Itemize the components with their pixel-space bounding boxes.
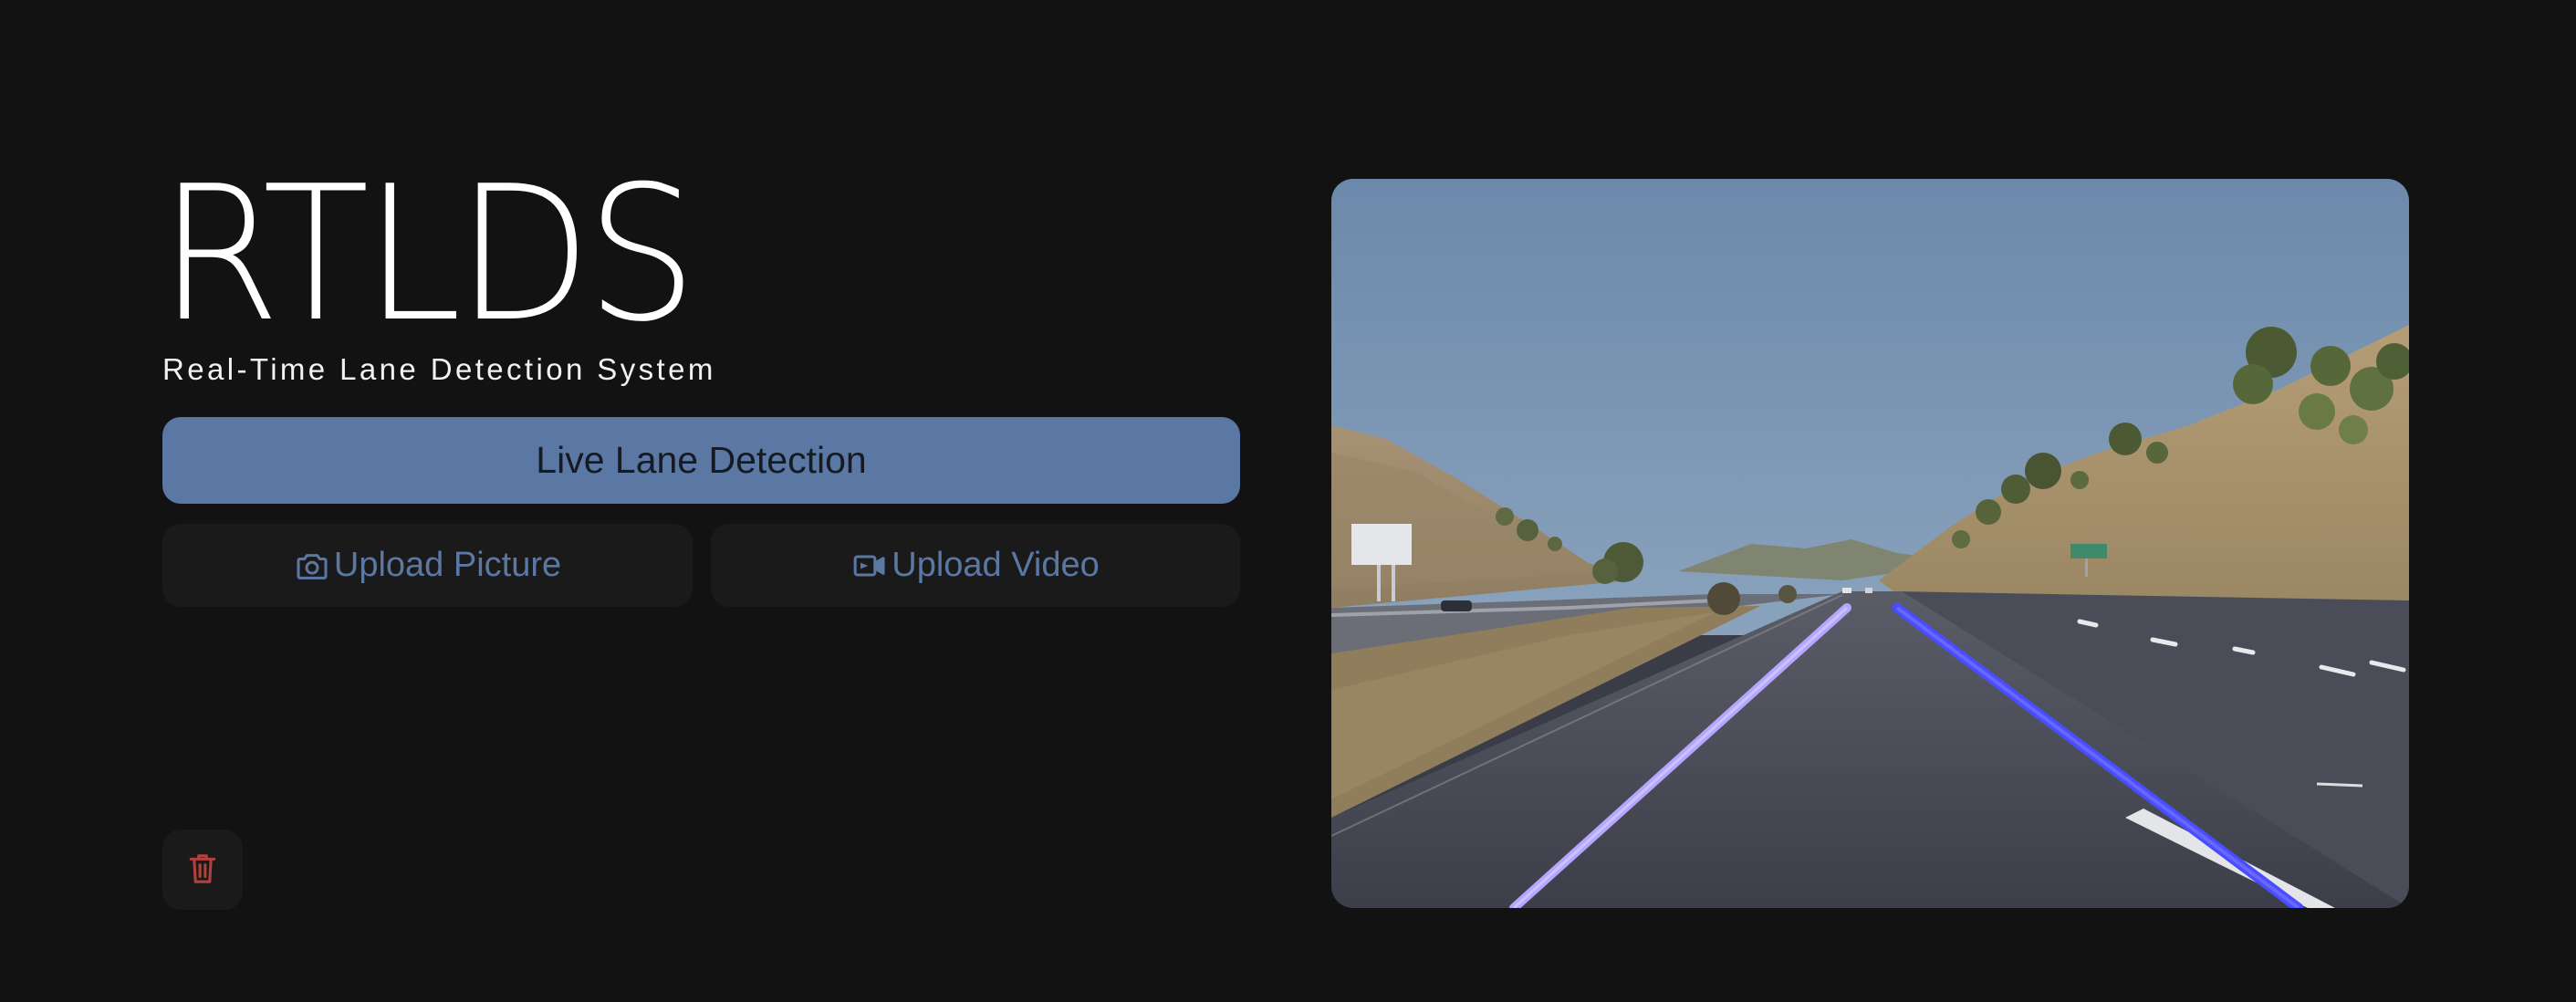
app-page: RTLDS Real-Time Lane Detection System Li… (0, 0, 2576, 1002)
video-camera-icon (851, 548, 888, 584)
upload-video-button[interactable]: Upload Video (711, 524, 1240, 607)
live-lane-detection-button[interactable]: Live Lane Detection (162, 417, 1240, 504)
upload-picture-button[interactable]: Upload Picture (162, 524, 693, 607)
camera-icon (294, 548, 330, 584)
app-subtitle: Real-Time Lane Detection System (162, 352, 716, 386)
trash-icon (187, 851, 218, 889)
app-title: RTLDS (159, 147, 697, 363)
upload-picture-label: Upload Picture (333, 546, 562, 584)
upload-video-label: Upload Video (892, 546, 1100, 584)
road-scene-image (1331, 179, 2409, 908)
lane-detection-preview (1331, 179, 2409, 908)
delete-button[interactable] (162, 830, 243, 910)
live-lane-detection-label: Live Lane Detection (536, 439, 867, 481)
